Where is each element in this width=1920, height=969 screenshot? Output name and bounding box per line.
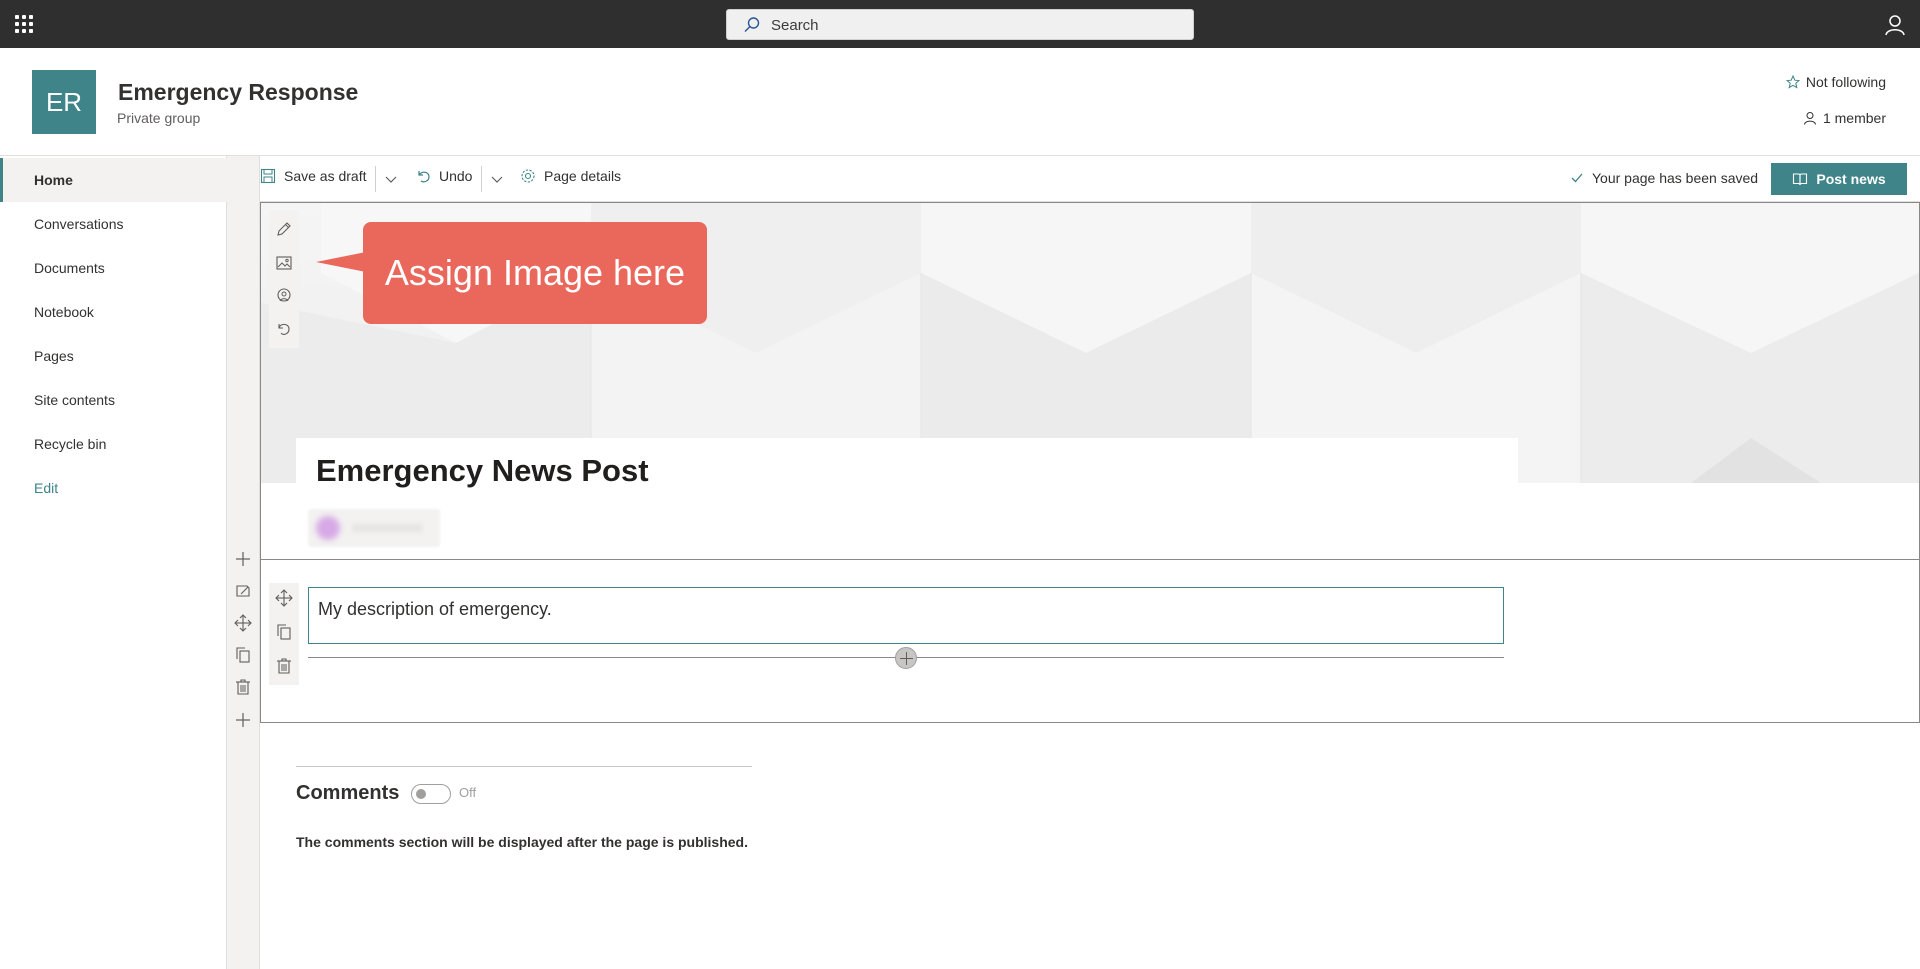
nav-item-site-contents[interactable]: Site contents (0, 378, 227, 422)
add-section-icon[interactable] (234, 550, 252, 568)
chevron-down-icon[interactable] (490, 172, 504, 186)
nav-item-label: Recycle bin (34, 436, 107, 452)
search-icon (744, 17, 760, 32)
site-privacy-label: Private group (117, 110, 201, 126)
suite-bar: Search (0, 0, 1920, 48)
follow-button[interactable]: Not following (1785, 74, 1886, 90)
gear-icon (521, 169, 535, 183)
site-logo[interactable]: ER (32, 70, 96, 134)
comments-heading: Comments (296, 782, 400, 804)
callout-pointer (316, 252, 366, 272)
section-gutter (227, 156, 260, 969)
delete-icon[interactable] (275, 657, 293, 675)
pencil-icon[interactable] (275, 220, 293, 238)
comments-toggle-label: Off (459, 785, 477, 800)
search-placeholder: Search (771, 17, 819, 34)
move-section-icon[interactable] (234, 614, 252, 632)
nav-item-conversations[interactable]: Conversations (0, 202, 227, 246)
left-navigation: Home Conversations Documents Notebook Pa… (0, 156, 227, 969)
content-section[interactable]: My description of emergency. (260, 560, 1920, 723)
undo-icon (418, 171, 430, 183)
site-title[interactable]: Emergency Response (118, 79, 358, 106)
comments-note: The comments section will be displayed a… (296, 834, 748, 850)
nav-item-pages[interactable]: Pages (0, 334, 227, 378)
change-image-icon[interactable] (275, 254, 293, 272)
command-separator (375, 166, 376, 192)
star-icon (1785, 75, 1800, 89)
nav-edit-link[interactable]: Edit (0, 466, 227, 510)
book-icon (1793, 173, 1808, 186)
save-as-draft-label: Save as draft (284, 168, 367, 184)
add-section-icon[interactable] (234, 711, 252, 729)
duplicate-section-icon[interactable] (234, 646, 252, 664)
nav-item-label: Notebook (34, 304, 94, 320)
nav-item-label: Conversations (34, 216, 124, 232)
page-details-button[interactable]: Page details (520, 168, 621, 184)
move-icon[interactable] (275, 589, 293, 607)
text-webpart[interactable]: My description of emergency. (308, 587, 1504, 644)
follow-label: Not following (1805, 74, 1886, 90)
comments-toggle[interactable] (411, 784, 451, 804)
nav-item-label: Documents (34, 260, 105, 276)
edit-section-icon[interactable] (234, 582, 252, 600)
undo-button[interactable]: Undo (415, 168, 472, 184)
post-news-label: Post news (1816, 171, 1886, 187)
focal-point-icon[interactable] (275, 287, 293, 305)
toggle-knob (416, 789, 426, 799)
duplicate-icon[interactable] (275, 623, 293, 641)
nav-item-label: Home (34, 172, 73, 188)
annotation-callout: Assign Image here (363, 222, 707, 324)
webpart-toolbar (269, 583, 299, 685)
command-separator (481, 166, 482, 192)
nav-item-notebook[interactable]: Notebook (0, 290, 227, 334)
cmd-save[interactable]: Save as draft (260, 168, 367, 184)
members-button[interactable]: 1 member (1803, 110, 1886, 126)
person-icon (1803, 112, 1816, 125)
comments-divider (296, 766, 752, 767)
account-icon[interactable] (1884, 14, 1906, 36)
site-header: ER Emergency Response Private group Not … (0, 48, 1920, 156)
search-box[interactable]: Search (726, 9, 1194, 40)
nav-item-label: Site contents (34, 392, 115, 408)
app-launcher-icon[interactable] (13, 13, 35, 35)
nav-item-recycle-bin[interactable]: Recycle bin (0, 422, 227, 466)
add-webpart-button[interactable] (895, 647, 917, 669)
page-details-label: Page details (544, 168, 622, 184)
post-news-button[interactable]: Post news (1771, 163, 1907, 195)
author-name-blurred (352, 524, 422, 532)
title-region[interactable]: Emergency News Post Assign Image here (260, 202, 1920, 560)
members-label: 1 member (1822, 110, 1886, 126)
avatar (316, 516, 340, 540)
author-byline[interactable] (308, 509, 440, 547)
page-canvas: Emergency News Post Assign Image here My… (260, 202, 1920, 969)
chevron-down-icon[interactable] (384, 172, 398, 186)
reset-icon[interactable] (275, 320, 293, 338)
image-toolbar (269, 210, 299, 348)
nav-edit-label: Edit (34, 480, 59, 496)
checkmark-icon (1571, 173, 1583, 183)
nav-item-documents[interactable]: Documents (0, 246, 227, 290)
save-status-label: Your page has been saved (1592, 170, 1759, 186)
undo-label: Undo (439, 168, 473, 184)
delete-section-icon[interactable] (234, 678, 252, 696)
save-status: Your page has been saved (1570, 170, 1758, 186)
save-icon (260, 168, 276, 184)
nav-item-label: Pages (34, 348, 74, 364)
nav-item-home[interactable]: Home (0, 158, 227, 202)
page-title[interactable]: Emergency News Post (316, 453, 649, 489)
